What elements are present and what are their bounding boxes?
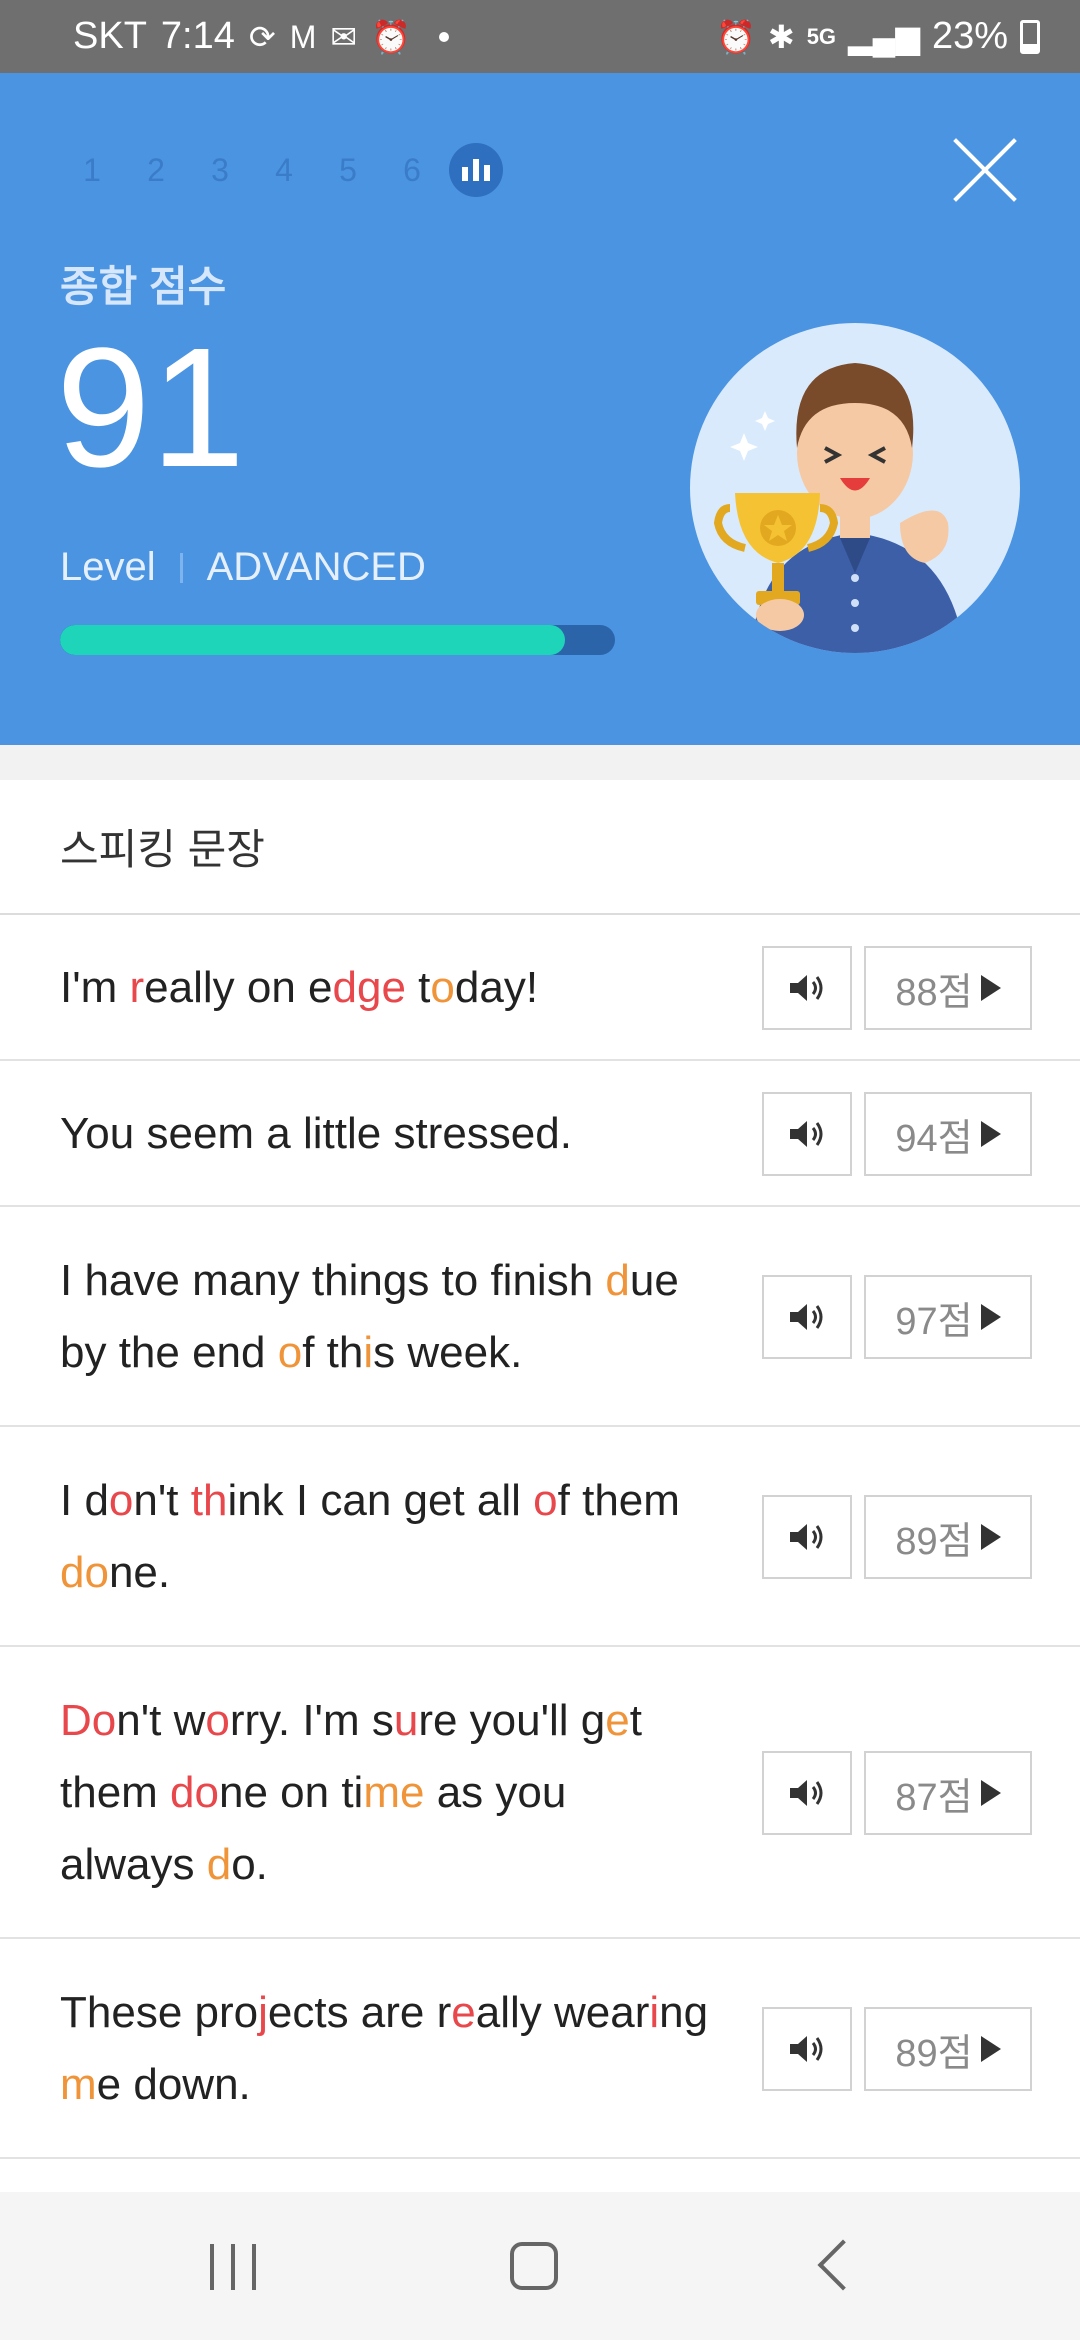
speaker-icon <box>790 2036 823 2062</box>
sentence-score: 94점 <box>895 1117 973 1160</box>
clock: 7:14 <box>160 15 235 57</box>
sentence-score: 87점 <box>895 1776 973 1819</box>
signal-icon: ▂▄▆ <box>848 18 920 55</box>
level-divider <box>179 552 183 583</box>
sentence-text: These projects are really wearing me dow… <box>60 1988 709 2109</box>
close-button[interactable] <box>950 135 1020 205</box>
play-audio-button[interactable] <box>762 1275 852 1359</box>
play-audio-button[interactable] <box>762 1751 852 1835</box>
step-1[interactable]: 1 <box>60 152 124 189</box>
step-6[interactable]: 6 <box>380 152 444 189</box>
step-3[interactable]: 3 <box>188 152 252 189</box>
system-nav-bar <box>0 2192 1080 2340</box>
sentence-score-button[interactable]: 87점 <box>864 1751 1032 1835</box>
speaker-icon <box>790 1304 823 1330</box>
sentence-text: You seem a little stressed. <box>60 1109 572 1158</box>
home-icon[interactable] <box>510 2242 558 2290</box>
status-bar: SKT 7:14 ⟳ M ✉ ⏰ ⏰ ✱ 5G ▂▄▆ 23% <box>0 0 1080 73</box>
step-indicator: 1 2 3 4 5 6 <box>60 143 503 197</box>
mail-icon: ✉ <box>330 18 358 55</box>
sentence-row: I'm really on edge today! 88점 <box>0 915 1080 1061</box>
section-title: 스피킹 문장 <box>0 780 1080 915</box>
bluetooth-icon: ✱ <box>767 18 795 55</box>
speaker-icon <box>790 1524 823 1550</box>
sentence-score-button[interactable]: 89점 <box>864 2007 1032 2091</box>
level-value: ADVANCED <box>206 545 426 589</box>
sentence-score: 89점 <box>895 1520 973 1563</box>
result-header: 1 2 3 4 5 6 종합 점수 91 Level ADVANCED <box>0 73 1080 745</box>
sentence-text: I have many things to finish due by the … <box>60 1256 679 1377</box>
back-icon[interactable] <box>817 2239 869 2291</box>
step-4[interactable]: 4 <box>252 152 316 189</box>
alarm-icon: ⏰ <box>371 18 411 55</box>
trophy-character-illustration <box>690 323 1020 653</box>
level-progress-fill <box>60 625 566 655</box>
play-audio-button[interactable] <box>762 1495 852 1579</box>
sentence-row: Don't worry. I'm sure you'll get them do… <box>0 1647 1080 1939</box>
battery-percent: 23% <box>931 15 1008 57</box>
sentence-text: I'm really on edge today! <box>60 963 539 1012</box>
sentence-row: You seem a little stressed. 94점 <box>0 1061 1080 1207</box>
status-left: SKT 7:14 ⟳ M ✉ ⏰ <box>73 0 449 73</box>
sync-icon: ⟳ <box>248 18 276 55</box>
sentence-text: I don't think I can get all of them done… <box>60 1476 680 1597</box>
play-audio-button[interactable] <box>762 946 852 1030</box>
battery-icon <box>1020 19 1040 54</box>
sentence-score-button[interactable]: 94점 <box>864 1092 1032 1176</box>
sentence-score: 88점 <box>895 971 973 1014</box>
step-5[interactable]: 5 <box>316 152 380 189</box>
play-icon <box>980 975 1001 1001</box>
play-icon <box>980 1304 1001 1330</box>
recent-apps-icon[interactable] <box>210 2244 256 2290</box>
speaker-icon <box>790 975 823 1001</box>
carrier: SKT <box>73 15 147 57</box>
play-icon <box>980 1780 1001 1806</box>
alarm-status-icon: ⏰ <box>716 18 756 55</box>
sentence-score-button[interactable]: 97점 <box>864 1275 1032 1359</box>
status-right: ⏰ ✱ 5G ▂▄▆ 23% <box>716 0 1040 73</box>
score-label: 종합 점수 <box>60 263 227 310</box>
step-2[interactable]: 2 <box>124 152 188 189</box>
gmail-icon: M <box>289 18 317 55</box>
sentence-score-button[interactable]: 88점 <box>864 946 1032 1030</box>
sentence-score-button[interactable]: 89점 <box>864 1495 1032 1579</box>
sentence-score: 89점 <box>895 2032 973 2075</box>
speaker-icon <box>790 1121 823 1147</box>
bar-chart-icon[interactable] <box>449 143 503 197</box>
sentence-row: I have many things to finish due by the … <box>0 1207 1080 1427</box>
play-icon <box>980 2036 1001 2062</box>
sentence-row: I don't think I can get all of them done… <box>0 1427 1080 1647</box>
sentence-score: 97점 <box>895 1300 973 1343</box>
play-audio-button[interactable] <box>762 2007 852 2091</box>
notification-dot-icon <box>439 31 449 42</box>
level-progress-bar <box>60 625 615 655</box>
network-type-icon: 5G <box>806 23 837 49</box>
speaker-icon <box>790 1780 823 1806</box>
sentence-row: These projects are really wearing me dow… <box>0 1939 1080 2159</box>
play-icon <box>980 1524 1001 1550</box>
sentence-text: Don't worry. I'm sure you'll get them do… <box>60 1696 642 1889</box>
sentence-list-card: 스피킹 문장 I'm really on edge today! 88점 You… <box>0 780 1080 2192</box>
play-audio-button[interactable] <box>762 1092 852 1176</box>
level-label: Level <box>60 545 156 589</box>
total-score: 91 <box>56 313 246 503</box>
level-row: Level ADVANCED <box>60 545 426 590</box>
play-icon <box>980 1121 1001 1147</box>
